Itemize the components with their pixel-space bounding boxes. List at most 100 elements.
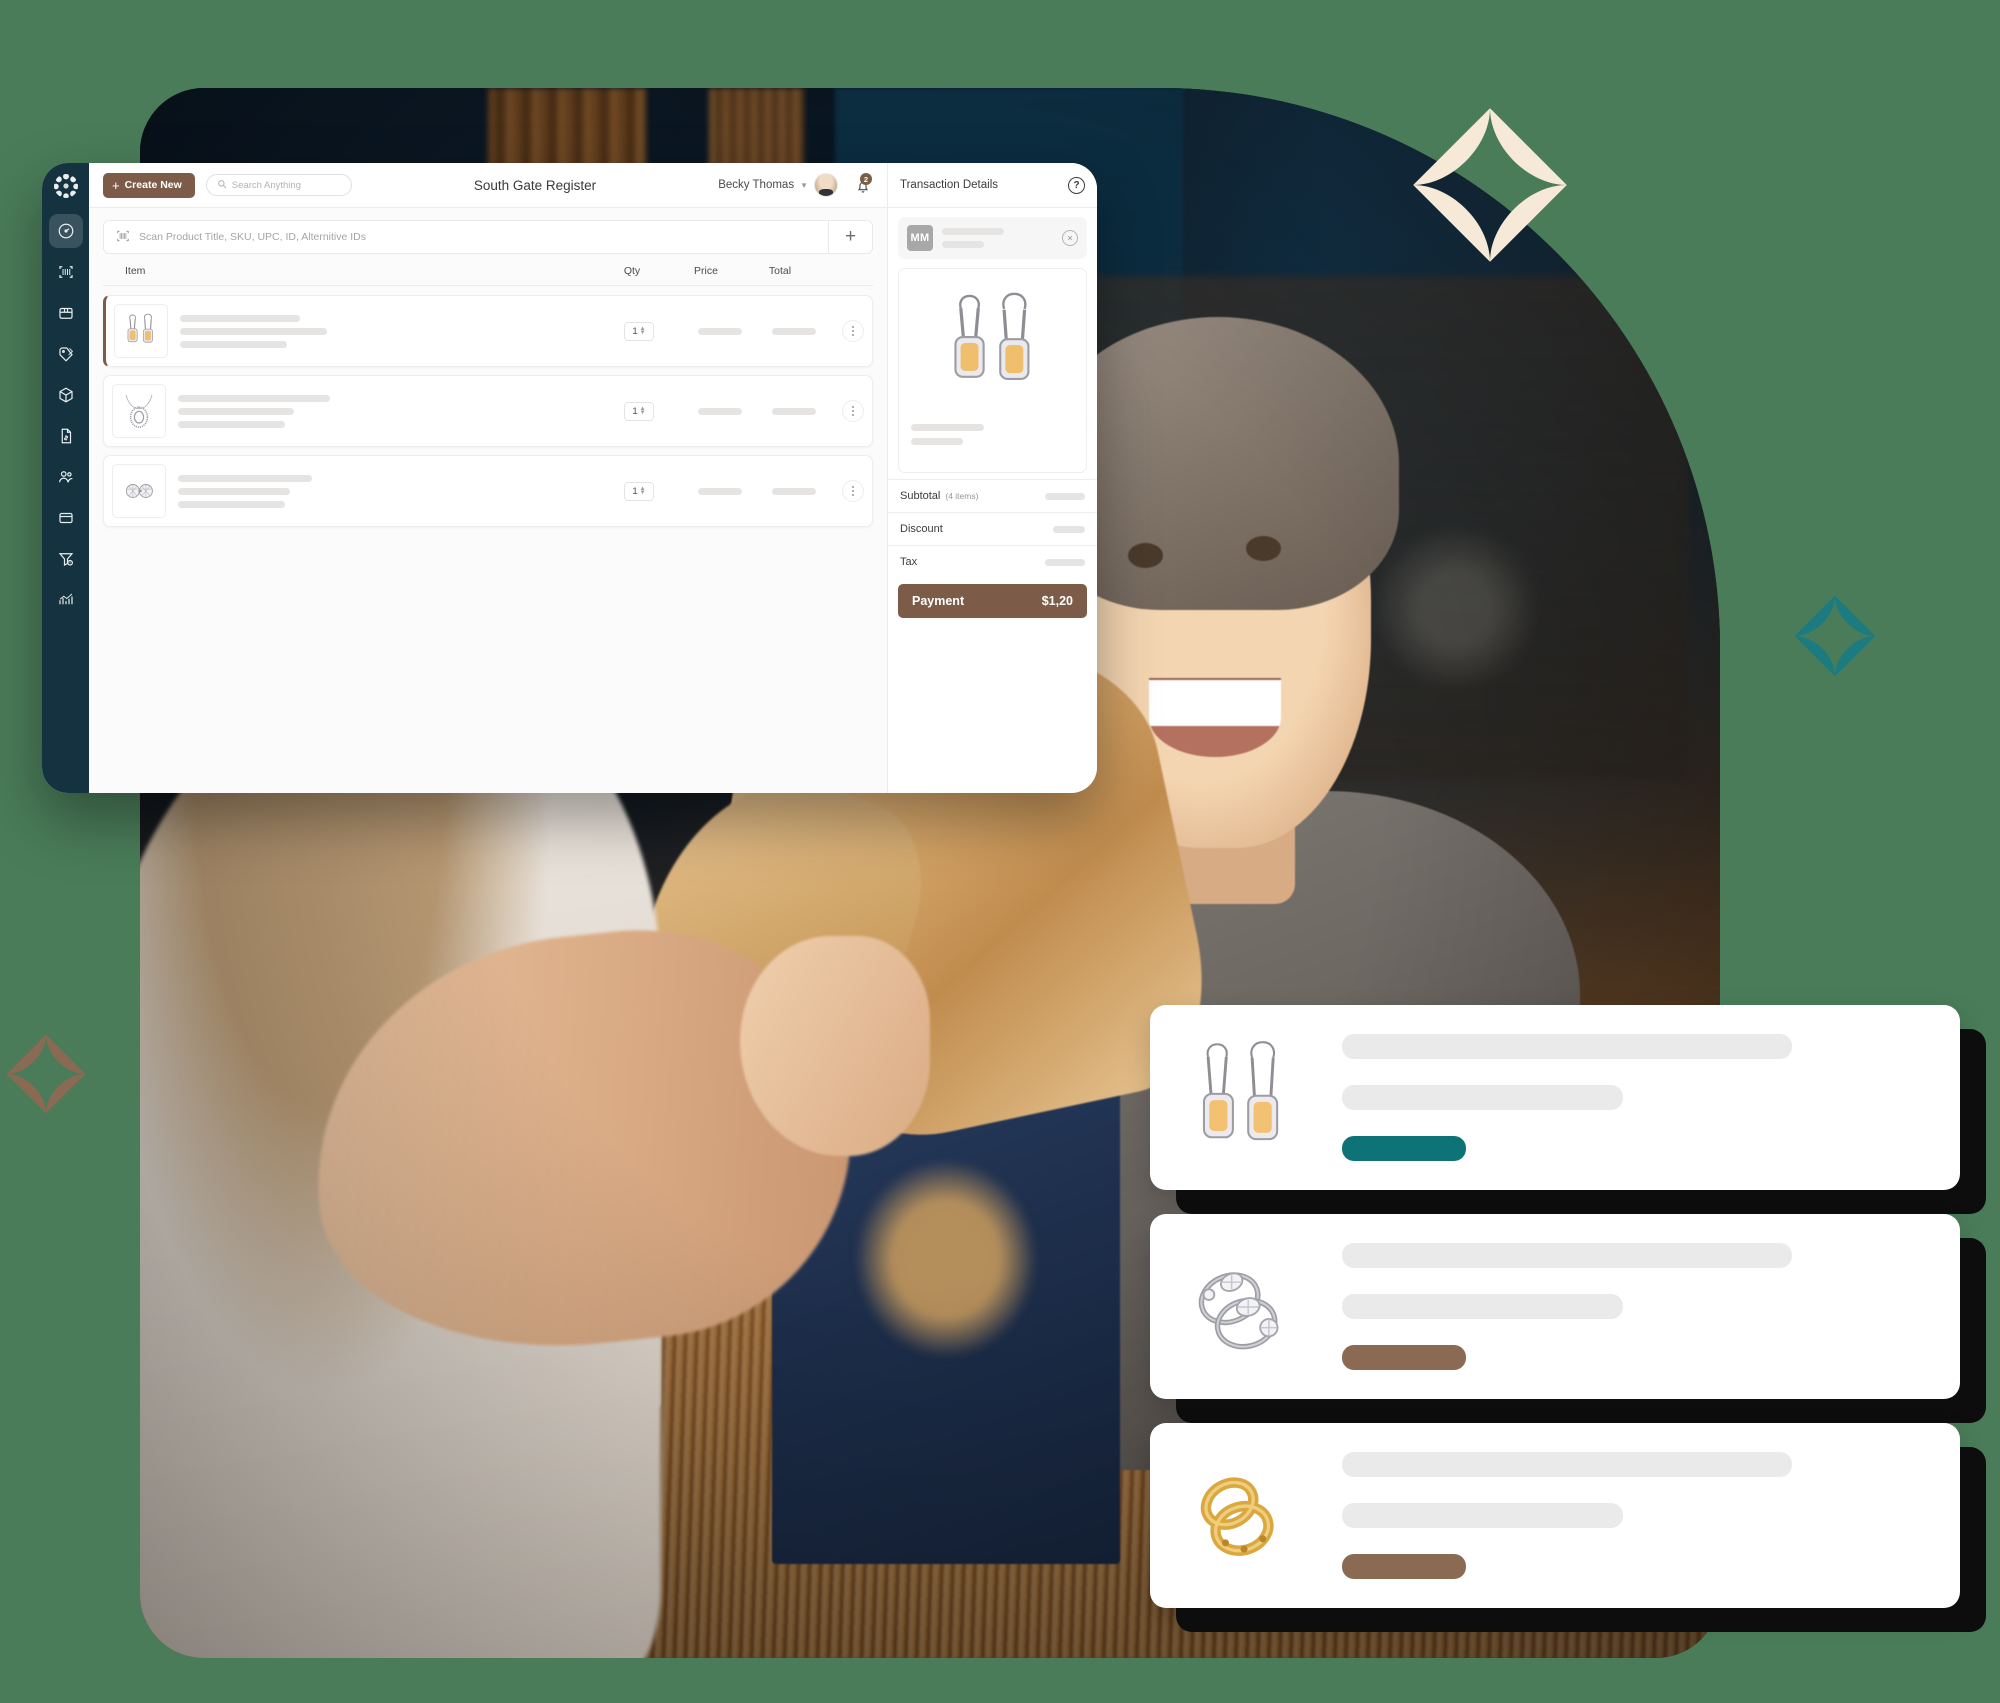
- product-title-placeholder: [1342, 1034, 1792, 1059]
- subtotal-value: [1045, 492, 1085, 500]
- help-icon[interactable]: ?: [1068, 176, 1085, 194]
- column-header-item: Item: [125, 265, 146, 277]
- payment-button[interactable]: Payment $1,20: [898, 584, 1087, 618]
- create-new-label: Create New: [124, 179, 182, 191]
- status-badge: [1342, 1345, 1466, 1370]
- register-title: South Gate Register: [473, 177, 597, 193]
- diamond-halo-pendant-necklace-icon: [112, 384, 166, 438]
- pos-app-window: + Create New Search Anything South Gate …: [42, 163, 1097, 793]
- remove-customer-icon[interactable]: ×: [1062, 230, 1078, 246]
- product-card[interactable]: [1150, 1005, 1960, 1190]
- row-menu-icon[interactable]: [842, 480, 864, 502]
- register-drawer-icon: [57, 304, 75, 322]
- app-logo-icon: [53, 174, 78, 198]
- table-row[interactable]: 1 ▲ ▼: [103, 375, 873, 447]
- search-input[interactable]: Search Anything: [205, 174, 352, 196]
- product-subtitle-placeholder: [1342, 1085, 1623, 1110]
- column-header-price: Price: [694, 265, 718, 277]
- row-menu-icon[interactable]: [842, 320, 864, 342]
- dashboard-gauge-icon: [57, 222, 75, 240]
- notification-count-badge: 2: [860, 173, 872, 185]
- create-new-button[interactable]: + Create New: [103, 172, 195, 198]
- row-menu-icon[interactable]: [842, 400, 864, 422]
- search-icon: [217, 179, 227, 192]
- table-row[interactable]: 1 ▲ ▼: [103, 455, 873, 527]
- stepper-arrows-icon: ▲ ▼: [639, 326, 646, 336]
- quantity-value: 1: [632, 325, 638, 337]
- total-cell: [772, 327, 816, 335]
- sidebar-item-dashboard[interactable]: [48, 214, 83, 248]
- citrine-drop-earrings-icon: [929, 281, 1057, 414]
- sidebar-item-customers[interactable]: [49, 460, 83, 494]
- sidebar-item-window[interactable]: [49, 501, 83, 535]
- product-card[interactable]: [1150, 1214, 1960, 1399]
- status-badge: [1342, 1136, 1466, 1161]
- customers-icon: [57, 468, 75, 486]
- tax-label: Tax: [900, 556, 918, 568]
- notifications-button[interactable]: 2: [851, 173, 873, 196]
- scan-input[interactable]: Scan Product Title, SKU, UPC, ID, Altern…: [103, 220, 829, 254]
- product-subtitle-placeholder: [1342, 1294, 1623, 1319]
- discount-value: [1053, 525, 1085, 533]
- status-badge: [1342, 1554, 1466, 1579]
- sparkle-teal-icon: [1793, 594, 1877, 678]
- sidebar-item-analytics[interactable]: [49, 583, 83, 617]
- sidebar-item-register[interactable]: [49, 296, 83, 330]
- product-title-placeholder: [1342, 1243, 1792, 1268]
- customer-card[interactable]: MM ×: [898, 217, 1087, 259]
- barcode-scan-icon: [57, 263, 75, 281]
- diamond-stud-earrings-icon: [112, 464, 166, 518]
- sparkle-brown-icon: [5, 1033, 87, 1115]
- page-root: + Create New Search Anything South Gate …: [0, 0, 2000, 1703]
- product-card[interactable]: [1150, 1423, 1960, 1608]
- scan-placeholder: Scan Product Title, SKU, UPC, ID, Altern…: [139, 231, 366, 243]
- tax-value: [1045, 558, 1085, 566]
- app-sidebar: [42, 163, 89, 793]
- product-title-placeholder: [1342, 1452, 1792, 1477]
- column-header-total: Total: [768, 265, 792, 277]
- tax-row: Tax: [888, 545, 1097, 578]
- table-row[interactable]: 1 ▲ ▼: [103, 295, 873, 367]
- product-subtitle-placeholder: [1342, 1503, 1623, 1528]
- subtotal-row: Subtotal (4 items): [888, 479, 1097, 512]
- payment-amount: $1,20: [1041, 594, 1073, 608]
- invoice-document-icon: [57, 427, 75, 445]
- quantity-value: 1: [632, 485, 638, 497]
- total-cell: [772, 407, 816, 415]
- sidebar-item-inventory[interactable]: [49, 378, 83, 412]
- quantity-stepper[interactable]: 1 ▲ ▼: [624, 481, 654, 501]
- discount-row: Discount: [888, 512, 1097, 545]
- cart-table-header: Item Qty Price Total: [103, 254, 873, 286]
- product-card-stack: [1150, 1005, 1960, 1632]
- tags-icon: [57, 345, 75, 363]
- customer-initials: MM: [907, 225, 933, 251]
- sidebar-item-invoices[interactable]: [49, 419, 83, 453]
- chevron-down-icon: ▼: [800, 180, 808, 190]
- price-cell: [698, 487, 742, 495]
- add-item-button[interactable]: +: [829, 220, 873, 254]
- barcode-icon: [116, 229, 130, 246]
- cart-items-list: 1 ▲ ▼ 1 ▲ ▼ 1 ▲ ▼: [89, 286, 887, 527]
- quantity-stepper[interactable]: 1 ▲ ▼: [624, 321, 654, 341]
- user-name: Becky Thomas: [718, 179, 795, 191]
- price-cell: [698, 327, 742, 335]
- scan-bar: Scan Product Title, SKU, UPC, ID, Altern…: [89, 208, 887, 254]
- plus-icon: +: [112, 177, 120, 193]
- sidebar-item-tags[interactable]: [49, 337, 83, 371]
- citrine-drop-earrings-icon: [114, 304, 168, 358]
- sidebar-item-filters[interactable]: [49, 542, 83, 576]
- sidebar-item-scan[interactable]: [49, 255, 83, 289]
- price-cell: [698, 407, 742, 415]
- stepper-arrows-icon: ▲ ▼: [639, 486, 646, 496]
- discount-label: Discount: [900, 523, 943, 535]
- diamond-cluster-rings-icon: [1176, 1237, 1308, 1377]
- box-cube-icon: [57, 386, 75, 404]
- user-menu[interactable]: Becky Thomas ▼: [718, 173, 838, 197]
- transaction-details-title: Transaction Details: [900, 179, 999, 191]
- subtotal-label: Subtotal: [900, 490, 941, 502]
- citrine-drop-earrings-icon: [1176, 1028, 1308, 1168]
- transaction-details-panel: Transaction Details ? MM × Subtotal (4 i…: [887, 163, 1097, 793]
- gold-band-rings-icon: [1176, 1446, 1308, 1586]
- quantity-value: 1: [632, 405, 638, 417]
- quantity-stepper[interactable]: 1 ▲ ▼: [624, 401, 654, 421]
